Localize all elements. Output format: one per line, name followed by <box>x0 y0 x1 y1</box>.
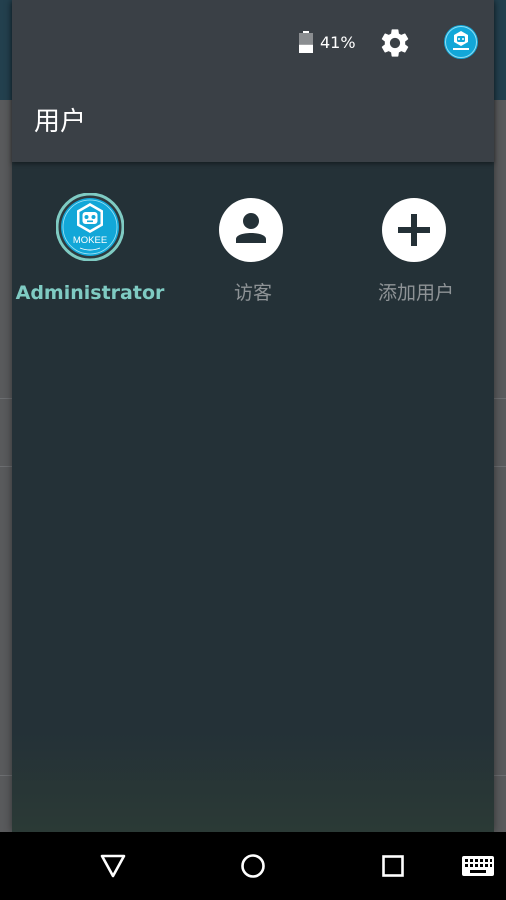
back-triangle-icon <box>100 854 126 878</box>
user-guest[interactable]: 访客 <box>173 190 333 310</box>
battery-icon <box>299 31 313 53</box>
guest-person-icon <box>219 198 283 262</box>
mokee-logo-text: MOKEE <box>73 235 107 246</box>
home-circle-icon <box>241 854 265 878</box>
battery-percentage: 41% <box>320 33 356 52</box>
user-administrator[interactable]: MOKEE Administrator <box>10 190 170 310</box>
gear-icon[interactable] <box>378 26 412 60</box>
recents-square-icon <box>382 855 404 877</box>
keyboard-button[interactable] <box>460 852 496 880</box>
home-button[interactable] <box>231 844 275 888</box>
mokee-avatar-icon: MOKEE <box>56 193 124 261</box>
back-button[interactable] <box>91 844 135 888</box>
user-guest-label: 访客 <box>233 282 272 304</box>
panel-title: 用户 <box>34 107 87 137</box>
recents-button[interactable] <box>371 844 415 888</box>
current-user-avatar[interactable] <box>444 25 478 59</box>
add-user-button[interactable]: 添加用户 <box>336 190 496 310</box>
add-user-label: 添加用户 <box>377 282 454 304</box>
user-administrator-label: Administrator <box>15 282 165 304</box>
quick-settings-panel: 41% 用户 MOKEE Administrator 访客 添加用户 <box>12 0 494 832</box>
keyboard-icon <box>462 856 494 876</box>
add-icon <box>382 198 446 262</box>
navigation-bar <box>0 832 506 900</box>
